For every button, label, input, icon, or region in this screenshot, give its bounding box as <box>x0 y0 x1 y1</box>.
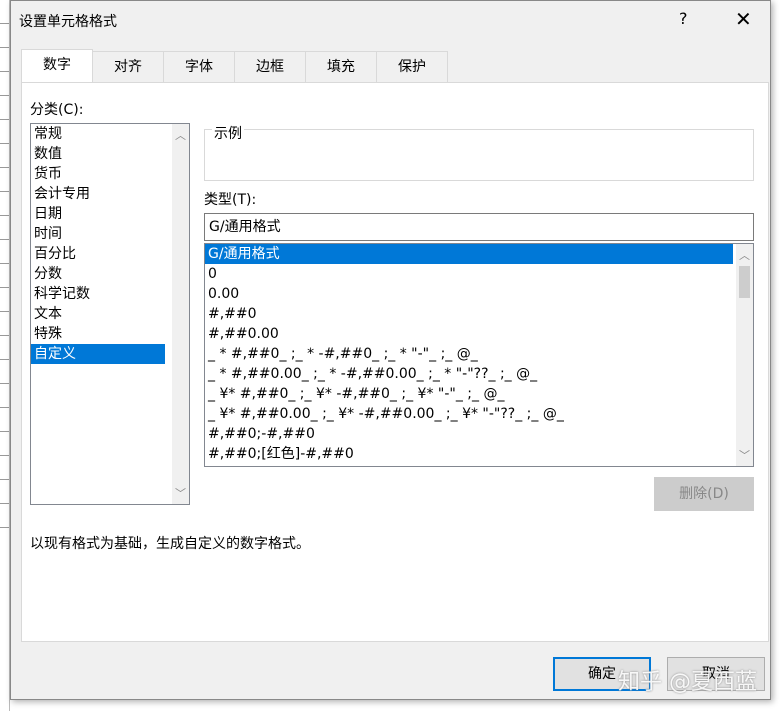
tab-border[interactable]: 边框 <box>234 51 306 82</box>
category-item[interactable]: 自定义 <box>31 344 165 364</box>
category-item[interactable]: 特殊 <box>31 324 189 344</box>
background-spreadsheet <box>0 0 10 711</box>
category-item[interactable]: 货币 <box>31 164 189 184</box>
type-item[interactable]: _ ¥* #,##0.00_ ;_ ¥* -#,##0.00_ ;_ ¥* "-… <box>205 404 733 424</box>
category-scrollbar[interactable]: ︿ ﹀ <box>172 124 189 504</box>
help-button[interactable]: ? <box>679 9 688 28</box>
type-scrollbar[interactable]: ︿ ﹀ <box>736 244 753 466</box>
type-item[interactable]: #,##0.00 <box>205 324 733 344</box>
type-item[interactable]: 0.00 <box>205 284 733 304</box>
type-label: 类型(T): <box>204 192 257 208</box>
scroll-up-icon[interactable]: ︿ <box>739 247 750 263</box>
scroll-thumb[interactable] <box>739 266 750 298</box>
category-item[interactable]: 会计专用 <box>31 184 189 204</box>
scroll-up-icon[interactable]: ︿ <box>175 127 186 143</box>
sample-label: 示例 <box>212 123 244 143</box>
type-item[interactable]: _ * #,##0_ ;_ * -#,##0_ ;_ * "-"_ ;_ @_ <box>205 344 733 364</box>
type-input[interactable]: G/通用格式 <box>204 213 754 241</box>
type-item[interactable]: #,##0;-#,##0 <box>205 424 733 444</box>
type-item[interactable]: _ * #,##0.00_ ;_ * -#,##0.00_ ;_ * "-"??… <box>205 364 733 384</box>
category-item[interactable]: 科学记数 <box>31 284 189 304</box>
tab-protection[interactable]: 保护 <box>376 51 448 82</box>
type-item[interactable]: 0 <box>205 264 733 284</box>
type-item[interactable]: #,##0 <box>205 304 733 324</box>
type-item[interactable]: _ ¥* #,##0_ ;_ ¥* -#,##0_ ;_ ¥* "-"_ ;_ … <box>205 384 733 404</box>
format-cells-dialog: 设置单元格格式 ? ✕ 数字 对齐 字体 边框 填充 保护 分类(C): ︿ ﹀ … <box>10 0 771 700</box>
dialog-title: 设置单元格格式 <box>19 14 117 30</box>
number-tab-panel: 分类(C): ︿ ﹀ 常规 数值 货币 会计专用 日期 时间 百分比 分数 科学记数 文本 特殊 自定义… <box>21 82 769 642</box>
scroll-down-icon[interactable]: ﹀ <box>739 447 750 463</box>
tab-fill[interactable]: 填充 <box>305 51 377 82</box>
type-item[interactable]: #,##0;[红色]-#,##0 <box>205 444 733 464</box>
watermark: 知乎 @夏西蓝 <box>618 670 757 695</box>
category-item[interactable]: 常规 <box>31 124 189 144</box>
tab-font[interactable]: 字体 <box>163 51 235 82</box>
type-list[interactable]: ︿ ﹀ G/通用格式 0 0.00 #,##0 #,##0.00 _ * #,##0_ ;_… <box>204 243 754 467</box>
category-list[interactable]: ︿ ﹀ 常规 数值 货币 会计专用 日期 时间 百分比 分数 科学记数 文本 特殊 自定义 <box>30 123 190 505</box>
close-icon[interactable]: ✕ <box>735 7 752 31</box>
scroll-down-icon[interactable]: ﹀ <box>175 485 186 501</box>
category-item[interactable]: 时间 <box>31 224 189 244</box>
category-item[interactable]: 数值 <box>31 144 189 164</box>
category-item[interactable]: 百分比 <box>31 244 189 264</box>
tab-alignment[interactable]: 对齐 <box>92 51 164 82</box>
category-item[interactable]: 文本 <box>31 304 189 324</box>
type-item[interactable]: G/通用格式 <box>205 244 733 264</box>
delete-button[interactable]: 删除(D) <box>654 477 754 511</box>
tab-bar: 数字 对齐 字体 边框 填充 保护 <box>21 49 448 82</box>
tab-number[interactable]: 数字 <box>21 49 93 82</box>
category-label: 分类(C): <box>30 102 84 118</box>
category-item[interactable]: 日期 <box>31 204 189 224</box>
description-text: 以现有格式为基础，生成自定义的数字格式。 <box>30 536 310 552</box>
sample-box <box>204 129 754 181</box>
category-item[interactable]: 分数 <box>31 264 189 284</box>
